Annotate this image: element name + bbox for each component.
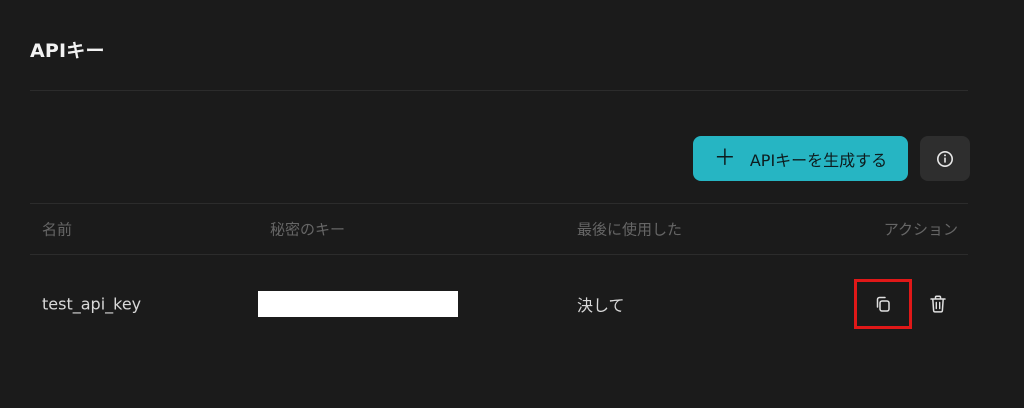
plus-icon: ＋ — [713, 145, 736, 171]
toolbar: ＋ APIキーを生成する — [693, 136, 970, 181]
api-keys-table: 名前 秘密のキー 最後に使用した アクション test_api_key 決して — [30, 203, 968, 353]
secret-key-field — [258, 291, 458, 317]
table-header: 名前 秘密のキー 最後に使用した アクション — [30, 204, 968, 254]
column-header-last-used: 最後に使用した — [577, 220, 683, 239]
divider — [30, 90, 968, 91]
create-api-key-button[interactable]: ＋ APIキーを生成する — [693, 136, 908, 181]
trash-icon — [930, 295, 946, 313]
copy-icon — [876, 296, 890, 312]
row-last-used: 決して — [577, 296, 625, 315]
column-header-name: 名前 — [42, 220, 73, 239]
column-header-actions: アクション — [883, 220, 958, 239]
column-header-secret: 秘密のキー — [270, 220, 346, 239]
info-icon — [937, 150, 953, 167]
table-row: test_api_key 決して — [30, 255, 968, 353]
row-actions — [854, 279, 950, 329]
page-title: APIキー — [30, 40, 105, 62]
info-button[interactable] — [920, 136, 970, 181]
create-api-key-label: APIキーを生成する — [749, 150, 888, 170]
copy-button[interactable] — [854, 279, 912, 329]
delete-button[interactable] — [926, 292, 950, 316]
row-name: test_api_key — [42, 294, 142, 314]
